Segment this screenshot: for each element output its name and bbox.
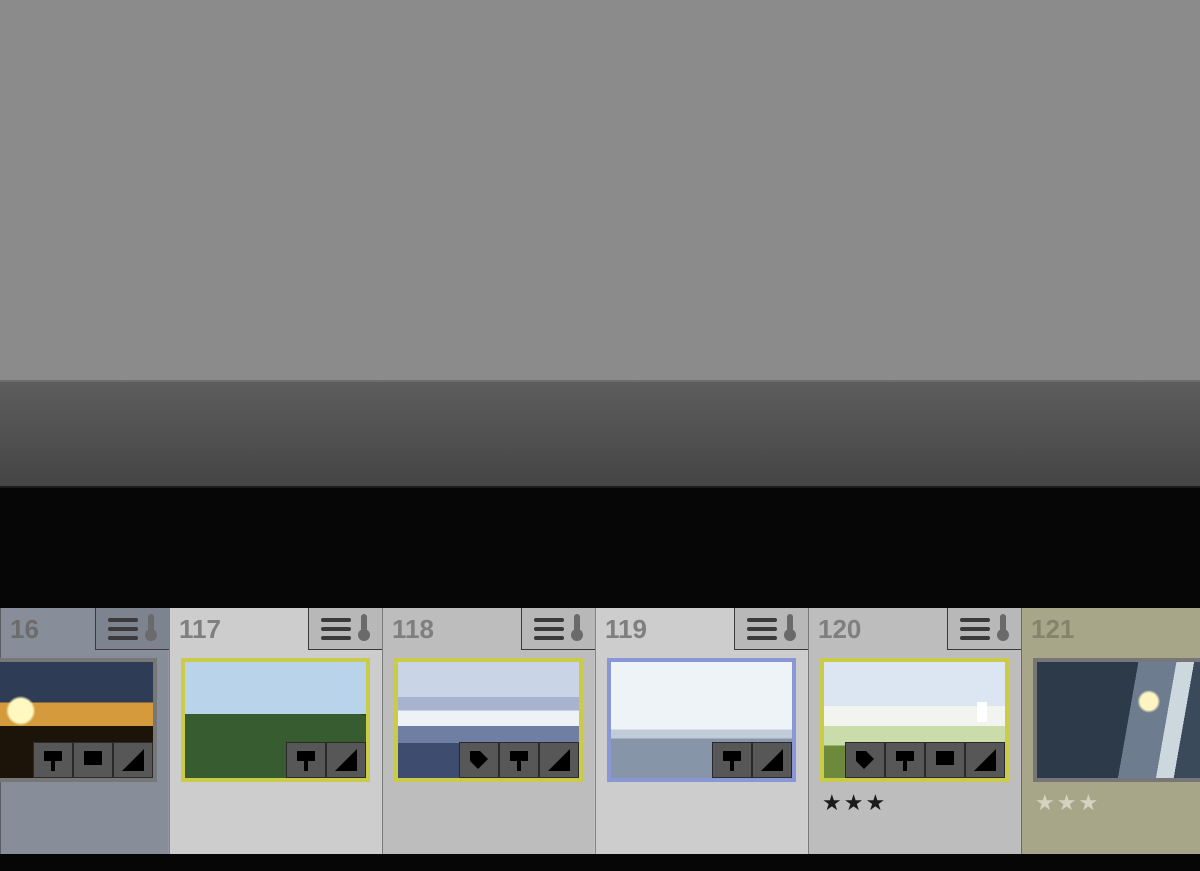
filmstrip-cell[interactable]: 118 xyxy=(382,608,595,854)
plusminus-badge-icon[interactable] xyxy=(752,742,792,778)
stack-icon xyxy=(747,618,777,640)
stack-indicator[interactable] xyxy=(308,608,382,650)
filmstrip[interactable]: 16 117 118 119 120 ★★★ 121 ★★★ xyxy=(0,608,1200,854)
tag-badge-icon[interactable] xyxy=(459,742,499,778)
loupe-toolbar xyxy=(0,380,1200,488)
thermometer-icon xyxy=(357,614,371,644)
filmstrip-cell[interactable]: 16 xyxy=(0,608,169,854)
stack-indicator[interactable] xyxy=(947,608,1021,650)
cell-index: 118 xyxy=(392,614,434,645)
thumbnail-image xyxy=(1037,662,1200,778)
filmstrip-cell[interactable]: 117 xyxy=(169,608,382,854)
filmstrip-cell[interactable]: 120 ★★★ xyxy=(808,608,1021,854)
thumbnail[interactable] xyxy=(394,658,583,782)
thumbnail[interactable] xyxy=(0,658,157,782)
star-rating[interactable]: ★★★ xyxy=(822,790,887,816)
stack-icon xyxy=(960,618,990,640)
tag-badge-icon[interactable] xyxy=(845,742,885,778)
cell-index: 121 xyxy=(1031,614,1074,645)
badge-row xyxy=(845,742,1005,778)
stack-icon xyxy=(534,618,564,640)
thermometer-icon xyxy=(144,614,158,644)
flag-badge-icon[interactable] xyxy=(33,742,73,778)
stack-indicator[interactable] xyxy=(521,608,595,650)
flag-badge-icon[interactable] xyxy=(499,742,539,778)
badge-row xyxy=(33,742,153,778)
filmstrip-cell[interactable]: 119 xyxy=(595,608,808,854)
badge-row xyxy=(286,742,366,778)
crop-badge-icon[interactable] xyxy=(925,742,965,778)
crop-badge-icon[interactable] xyxy=(73,742,113,778)
plusminus-badge-icon[interactable] xyxy=(113,742,153,778)
thumbnail[interactable] xyxy=(607,658,796,782)
plusminus-badge-icon[interactable] xyxy=(326,742,366,778)
thermometer-icon xyxy=(783,614,797,644)
stack-icon xyxy=(108,618,138,640)
plusminus-badge-icon[interactable] xyxy=(539,742,579,778)
star-rating[interactable]: ★★★ xyxy=(1035,790,1100,816)
badge-row xyxy=(459,742,579,778)
preview-canvas xyxy=(0,0,1200,380)
filmstrip-cell[interactable]: 121 ★★★ xyxy=(1021,608,1200,854)
flag-badge-icon[interactable] xyxy=(885,742,925,778)
thumbnail[interactable] xyxy=(1033,658,1200,782)
thermometer-icon xyxy=(570,614,584,644)
flag-badge-icon[interactable] xyxy=(286,742,326,778)
stack-indicator[interactable] xyxy=(95,608,169,650)
thermometer-icon xyxy=(996,614,1010,644)
plusminus-badge-icon[interactable] xyxy=(965,742,1005,778)
cell-index: 16 xyxy=(10,614,39,645)
cell-index: 117 xyxy=(179,614,221,645)
stack-indicator[interactable] xyxy=(734,608,808,650)
cell-index: 120 xyxy=(818,614,861,645)
thumbnail[interactable] xyxy=(820,658,1009,782)
thumbnail[interactable] xyxy=(181,658,370,782)
flag-badge-icon[interactable] xyxy=(712,742,752,778)
cell-index: 119 xyxy=(605,614,647,645)
stack-icon xyxy=(321,618,351,640)
badge-row xyxy=(712,742,792,778)
